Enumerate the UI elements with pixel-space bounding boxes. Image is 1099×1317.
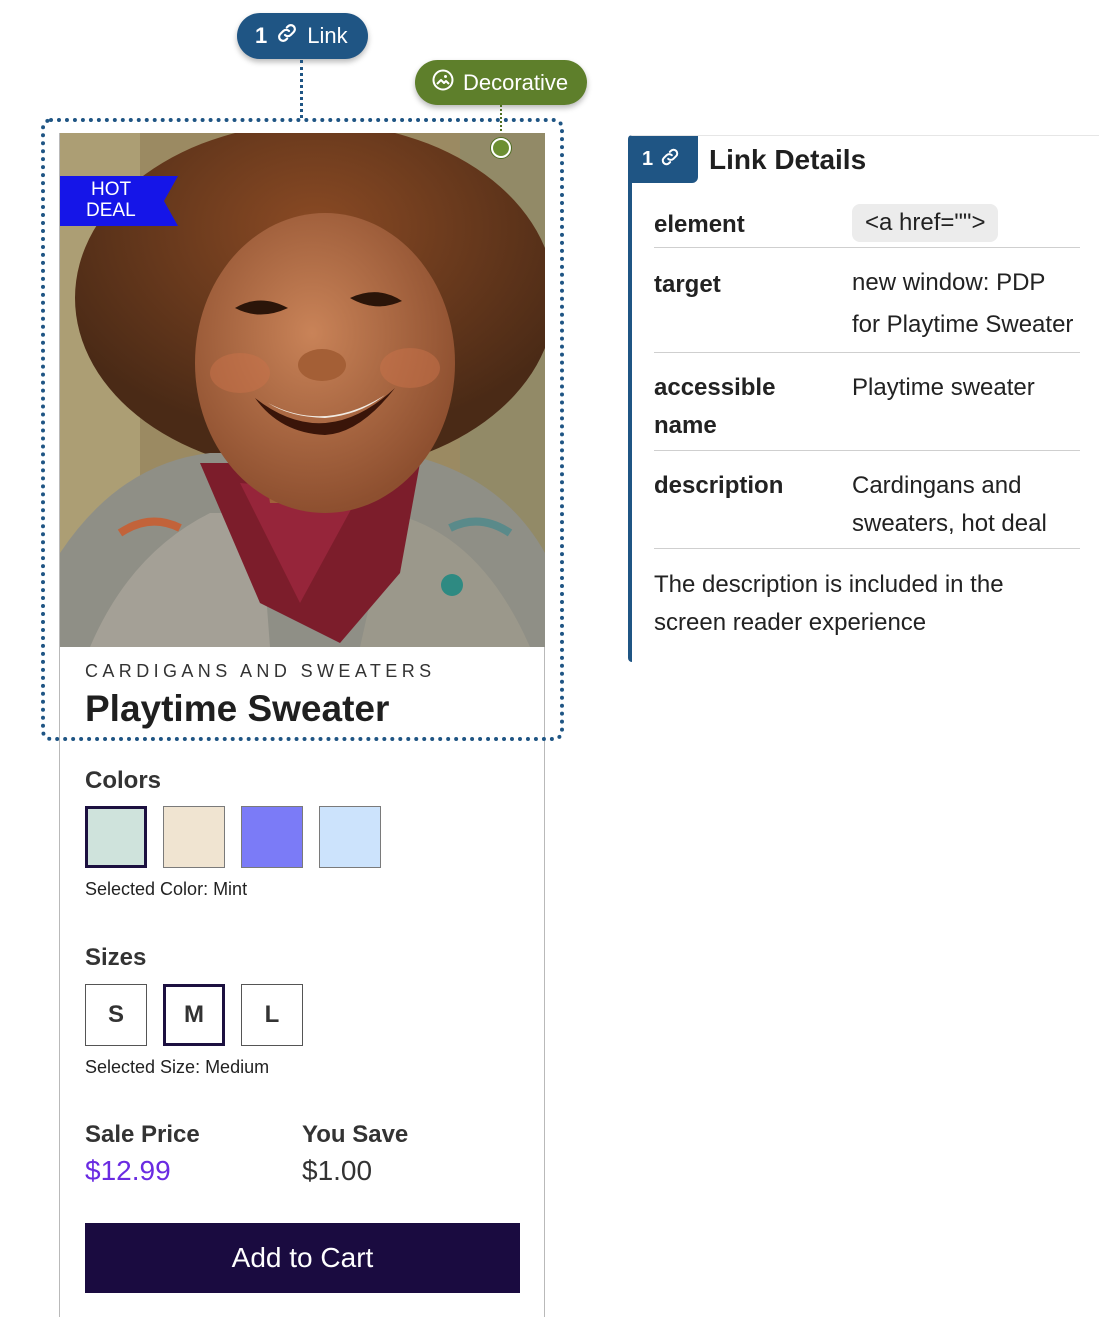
selected-size-text: Selected Size: Medium (85, 1057, 270, 1077)
size-option-m[interactable]: M (163, 984, 225, 1046)
element-code-chip: <a href=""> (852, 204, 999, 242)
size-option-s[interactable]: S (85, 984, 147, 1046)
link-connector (300, 60, 303, 118)
panel-note-line: screen reader experience (654, 609, 927, 636)
link-icon (659, 146, 681, 174)
detail-value-line: for Playtime Sweater (852, 311, 1074, 338)
decorative-annotation-pill[interactable]: Decorative (415, 60, 587, 105)
panel-badge-number: 1 (642, 148, 654, 170)
sale-price-label: Sale Price (85, 1121, 200, 1148)
link-region-outline (41, 118, 564, 741)
add-to-cart-button[interactable]: Add to Cart (85, 1223, 520, 1293)
link-details-panel: 1 Link Details element <a href=""> targe… (628, 135, 1099, 662)
colors-label: Colors (85, 767, 162, 794)
panel-note-line: The description is included in the (654, 571, 1004, 598)
detail-value-line: new window: PDP (852, 269, 1046, 296)
sizes-label: Sizes (85, 944, 147, 971)
detail-key: accessible (654, 374, 776, 401)
link-annotation-label: Link (307, 23, 348, 48)
detail-key: element (654, 211, 745, 238)
sale-price-block: Sale Price $12.99 (85, 1121, 200, 1187)
image-icon (431, 68, 455, 98)
detail-key: target (654, 271, 721, 298)
detail-key: name (654, 412, 717, 439)
detail-row-description: description Cardingans and sweaters, hot… (654, 451, 1080, 549)
panel-note: The description is included in the scree… (654, 566, 1084, 642)
you-save-label: You Save (302, 1121, 409, 1148)
link-annotation-number: 1 (255, 23, 268, 48)
detail-value: Playtime sweater (852, 374, 1035, 401)
color-swatch-cream[interactable] (163, 806, 225, 868)
decorative-annotation-label: Decorative (463, 69, 569, 95)
detail-value-line: Cardingans and (852, 472, 1022, 499)
decorative-marker (491, 138, 511, 158)
size-option-l[interactable]: L (241, 984, 303, 1046)
color-swatch-mint[interactable] (85, 806, 147, 868)
you-save-value: $1.00 (302, 1155, 373, 1186)
sale-price-value: $12.99 (85, 1155, 171, 1186)
detail-key: description (654, 472, 784, 499)
color-swatches (85, 806, 381, 868)
detail-row-element: element <a href=""> (654, 202, 1080, 248)
panel-badge: 1 (632, 136, 698, 183)
selected-color-text: Selected Color: Mint (85, 879, 248, 899)
detail-value-line: sweaters, hot deal (852, 510, 1047, 537)
detail-row-target: target new window: PDP for Playtime Swea… (654, 248, 1080, 353)
color-swatch-light-blue[interactable] (319, 806, 381, 868)
size-options: S M L (85, 984, 303, 1046)
you-save-block: You Save $1.00 (302, 1121, 408, 1187)
link-annotation-pill[interactable]: 1 Link (237, 13, 368, 59)
detail-row-accessible-name: accessible name Playtime sweater (654, 353, 1080, 451)
panel-title: Link Details (709, 144, 867, 175)
link-icon (275, 21, 299, 51)
color-swatch-periwinkle[interactable] (241, 806, 303, 868)
